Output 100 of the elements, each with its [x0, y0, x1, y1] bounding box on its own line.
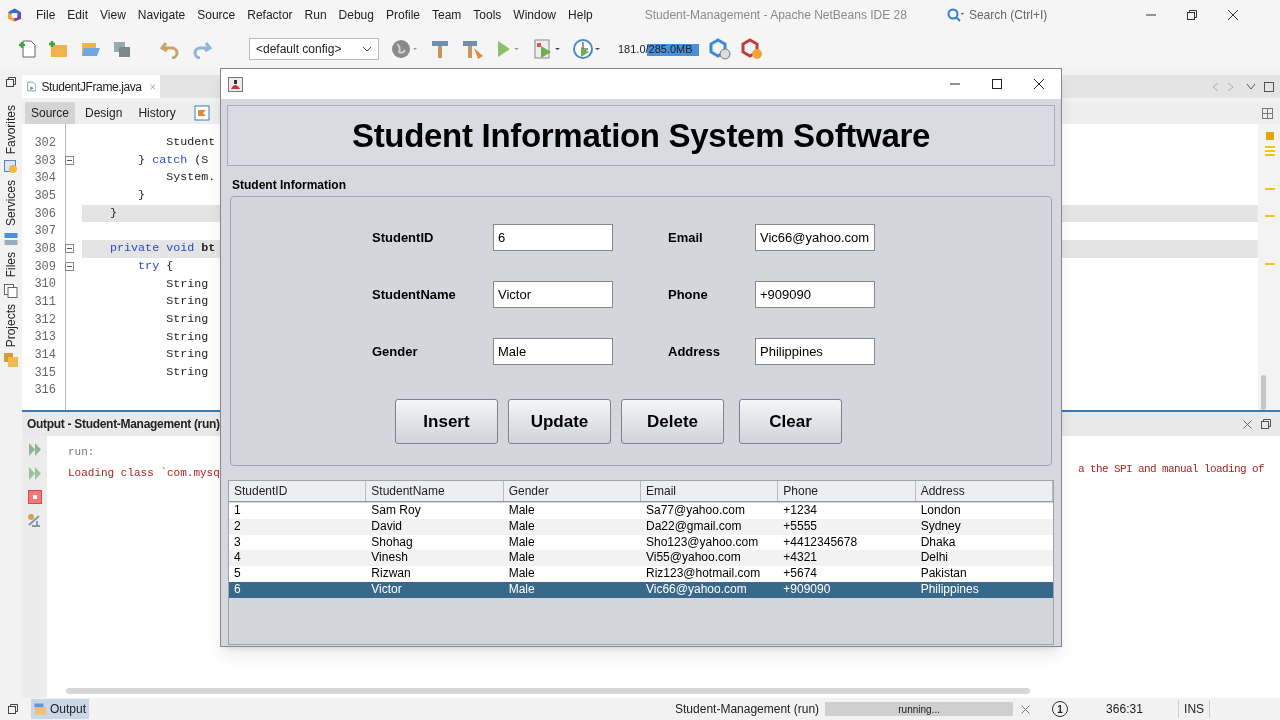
- column-header[interactable]: Phone: [778, 481, 916, 501]
- side-tab[interactable]: Files: [2, 252, 20, 278]
- files-icon: [4, 283, 18, 298]
- column-header[interactable]: StudentName: [366, 481, 504, 501]
- config-dropdown[interactable]: <default config>: [249, 38, 379, 60]
- maximize-icon[interactable]: [1185, 9, 1198, 21]
- menu-item[interactable]: File: [36, 6, 56, 24]
- hammer-icon[interactable]: [429, 38, 451, 60]
- text-field[interactable]: Vic66@yahoo.com: [755, 224, 875, 251]
- menu-item[interactable]: Window: [513, 6, 557, 24]
- side-tab[interactable]: Favorites: [2, 105, 20, 155]
- windows-icon[interactable]: [112, 39, 132, 59]
- field-label: Gender: [372, 342, 419, 361]
- table-row[interactable]: 5 Rizwan Male Riz123@hotmail.com +5674 Pakistan: [229, 566, 1053, 582]
- code-line: Student: [165, 134, 216, 152]
- side-tab[interactable]: Projects: [2, 303, 20, 348]
- menu-item[interactable]: Team: [432, 6, 462, 24]
- settings-icon[interactable]: [27, 513, 42, 528]
- action-button[interactable]: Delete: [621, 399, 724, 444]
- column-header[interactable]: StudentID: [229, 481, 367, 501]
- chevron-right-icon[interactable]: [1227, 81, 1234, 92]
- caret-position: 366:31: [1106, 701, 1144, 718]
- menu-item[interactable]: View: [100, 6, 126, 24]
- output-tab[interactable]: Output: [31, 699, 90, 719]
- new-file-icon[interactable]: [18, 39, 38, 59]
- line-number: 316: [33, 382, 56, 400]
- editor-tab[interactable]: StudentJFrame.java: [22, 75, 160, 98]
- column-header[interactable]: Email: [641, 481, 779, 501]
- column-header[interactable]: Gender: [503, 481, 641, 501]
- chevron-down-icon: [362, 46, 372, 52]
- line-number: 309: [33, 258, 56, 276]
- table-row[interactable]: 4 Vinesh Male Vi55@yahoo.com +4321 Delhi: [229, 550, 1053, 567]
- new-folder-icon[interactable]: [48, 39, 68, 59]
- column-header[interactable]: Address: [915, 481, 1053, 501]
- table-cell-text: Riz123@hotmail.com: [645, 566, 762, 582]
- menu-item[interactable]: Navigate: [137, 6, 186, 24]
- progress-bar: running...: [825, 702, 1014, 716]
- redo-icon[interactable]: [192, 39, 212, 59]
- undo-icon[interactable]: [160, 39, 180, 59]
- menu-item[interactable]: Tools: [473, 6, 502, 24]
- line-number: 302: [33, 134, 56, 152]
- scrollbar-thumb[interactable]: [1261, 375, 1266, 410]
- run-icon[interactable]: [495, 38, 521, 60]
- action-button[interactable]: Insert: [395, 399, 498, 444]
- view-tab[interactable]: Source: [25, 102, 76, 124]
- rerun-icon[interactable]: [27, 466, 42, 481]
- maximize-icon[interactable]: [991, 78, 1003, 90]
- menu-item[interactable]: Edit: [67, 6, 89, 24]
- gc-pause-icon[interactable]: [741, 38, 763, 60]
- table-cell-text: +4321: [782, 550, 819, 567]
- table-cell-text: Da22@gmail.com: [645, 518, 743, 535]
- table-cell-text: Victor: [370, 582, 403, 598]
- restore-icon[interactable]: [8, 704, 18, 714]
- search-field[interactable]: Search (Ctrl+I): [946, 6, 1097, 24]
- clean-build-icon[interactable]: [461, 38, 485, 60]
- table-cell-text: Vinesh: [370, 550, 409, 567]
- task-name: Student-Management (run): [675, 701, 820, 718]
- menu-item[interactable]: Debug: [338, 6, 374, 24]
- menu-item[interactable]: Profile: [386, 6, 420, 24]
- menu-item[interactable]: Help: [568, 6, 593, 24]
- text-field[interactable]: Male: [493, 338, 613, 365]
- fold-toggle[interactable]: [64, 156, 74, 166]
- table-cell-text: +4412345678: [782, 534, 859, 551]
- menu-item[interactable]: Run: [304, 6, 327, 24]
- text-field[interactable]: Philippines: [755, 338, 875, 365]
- close-icon[interactable]: [1226, 9, 1239, 21]
- stop-icon[interactable]: [27, 490, 42, 504]
- globe-icon[interactable]: [391, 38, 419, 60]
- horizontal-scrollbar[interactable]: [66, 688, 1030, 694]
- toggle-bookmark-icon[interactable]: [193, 105, 210, 121]
- app-logo-icon: [7, 7, 22, 23]
- view-tab[interactable]: History: [132, 102, 182, 124]
- cancel-icon[interactable]: [1021, 704, 1031, 714]
- text-field[interactable]: 6: [493, 224, 613, 251]
- restore-icon[interactable]: [6, 77, 16, 87]
- chevron-left-icon[interactable]: [1212, 81, 1219, 92]
- grid-icon[interactable]: [1262, 107, 1273, 119]
- text-field[interactable]: +909090: [755, 281, 875, 308]
- table-row[interactable]: 1 Sam Roy Male Sa77@yahoo.com +1234 London: [229, 503, 1053, 519]
- code-line: String: [165, 328, 209, 346]
- action-button[interactable]: Update: [508, 399, 611, 444]
- text-field[interactable]: Victor: [493, 281, 613, 308]
- fold-toggle[interactable]: [64, 262, 74, 272]
- menu-item[interactable]: Refactor: [247, 6, 293, 24]
- table-cell-text: +1234: [782, 503, 819, 519]
- menu-item[interactable]: Source: [197, 6, 236, 24]
- side-tab[interactable]: Services: [2, 180, 20, 227]
- action-button[interactable]: Clear: [739, 399, 842, 444]
- gc-icon[interactable]: [709, 38, 731, 60]
- restore-icon[interactable]: [1261, 419, 1271, 429]
- code-line: }: [137, 187, 146, 205]
- chevron-down-icon[interactable]: [1246, 83, 1256, 90]
- view-tab[interactable]: Design: [79, 102, 129, 124]
- code-line: String: [165, 310, 209, 328]
- rerun-icon[interactable]: [27, 442, 42, 457]
- fold-toggle[interactable]: [64, 244, 74, 254]
- table-cell-text: Sydney: [919, 518, 962, 535]
- code-line: System.: [165, 169, 216, 187]
- table-cell-text: +5555: [782, 518, 819, 535]
- close-icon[interactable]: [1033, 78, 1045, 90]
